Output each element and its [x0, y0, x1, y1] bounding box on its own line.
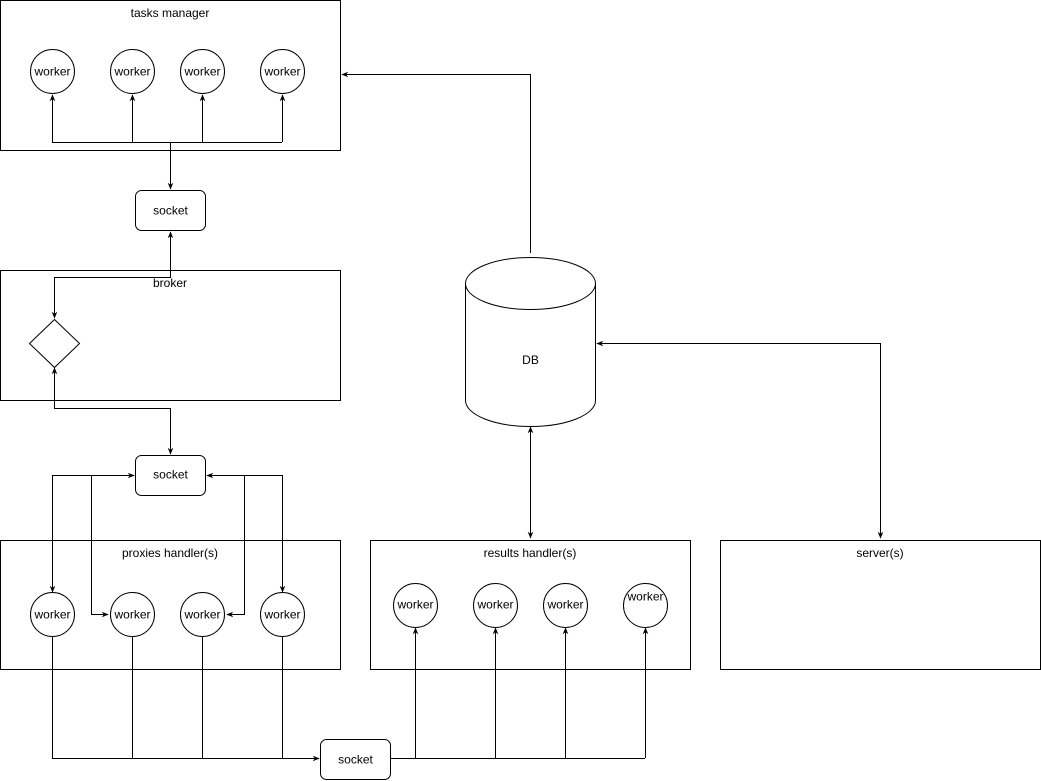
results-worker-node: worker — [393, 583, 438, 628]
results-handler-title: results handler(s) — [484, 546, 577, 560]
edge-db-server — [596, 340, 884, 539]
results-worker-node: worker — [543, 583, 588, 628]
worker-label: worker — [113, 608, 150, 622]
edge-db-to-tasks — [341, 71, 531, 253]
proxy-worker-node: worker — [110, 592, 155, 637]
tasks-worker-node: worker — [30, 49, 75, 94]
tasks-worker-node: worker — [110, 49, 155, 94]
socket-middle: socket — [135, 455, 206, 496]
proxy-worker-node: worker — [180, 592, 225, 637]
server-title: server(s) — [856, 546, 903, 560]
database-cylinder: DB — [465, 257, 596, 427]
worker-label: worker — [263, 608, 300, 622]
proxy-worker-node: worker — [260, 592, 305, 637]
proxy-worker-node: worker — [30, 592, 75, 637]
tasks-worker-node: worker — [180, 49, 225, 94]
broker-title: broker — [153, 276, 187, 290]
server-container: server(s) — [720, 540, 1041, 670]
worker-label: worker — [476, 598, 513, 612]
worker-label: worker — [183, 608, 220, 622]
results-worker-node: worker — [623, 583, 668, 628]
worker-label: worker — [626, 590, 663, 604]
worker-label: worker — [396, 598, 433, 612]
results-worker-node: worker — [473, 583, 518, 628]
socket-label: socket — [153, 468, 188, 482]
worker-label: worker — [263, 65, 300, 79]
worker-label: worker — [113, 65, 150, 79]
tasks-worker-node: worker — [260, 49, 305, 94]
socket-bottom: socket — [320, 739, 391, 780]
worker-label: worker — [33, 608, 70, 622]
worker-label: worker — [33, 65, 70, 79]
socket-label: socket — [338, 753, 373, 767]
tasks-manager-title: tasks manager — [131, 6, 210, 20]
proxies-handler-title: proxies handler(s) — [122, 546, 218, 560]
architecture-diagram: tasks manager broker proxies handler(s) … — [0, 0, 1041, 780]
worker-label: worker — [183, 65, 220, 79]
socket-label: socket — [153, 204, 188, 218]
worker-label: worker — [546, 598, 583, 612]
socket-top: socket — [135, 190, 206, 231]
database-label: DB — [522, 353, 539, 367]
